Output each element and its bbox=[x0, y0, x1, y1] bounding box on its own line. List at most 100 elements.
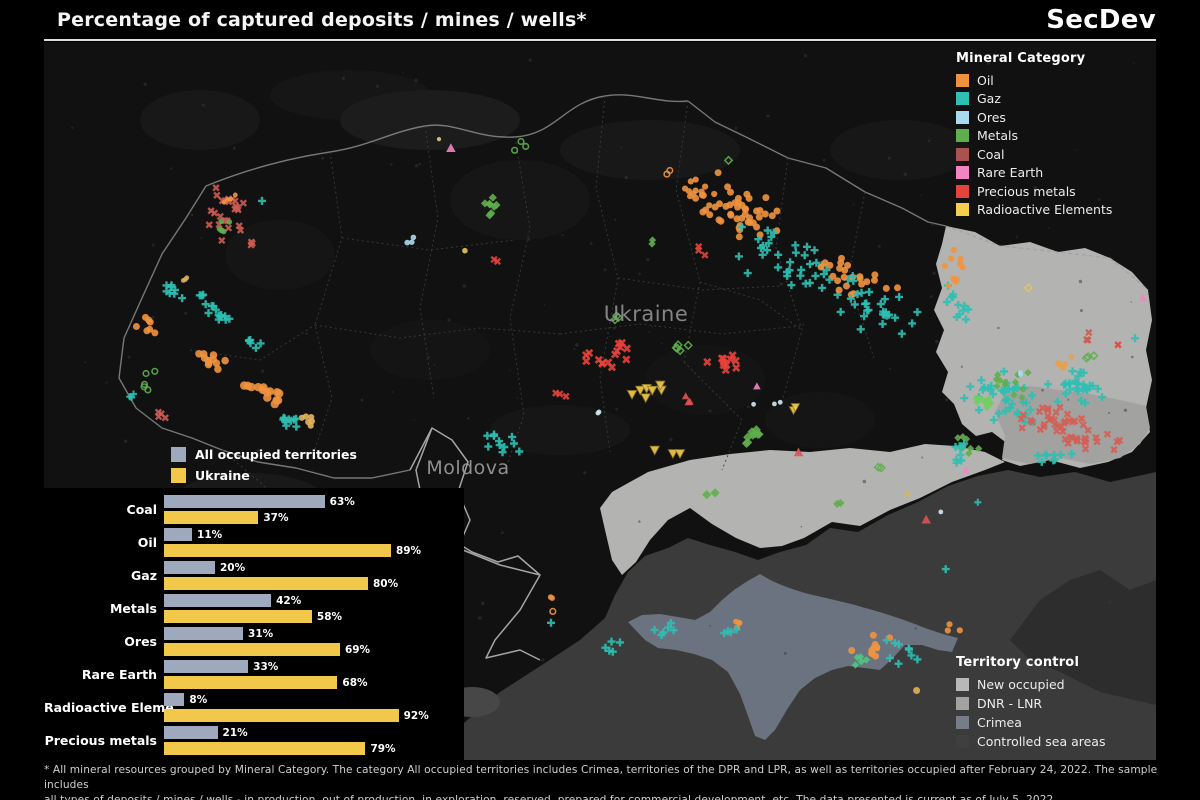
bar-all-occupied-territories[interactable]: 20% bbox=[164, 561, 398, 574]
legend-item-dnr-lnr[interactable]: DNR - LNR bbox=[956, 694, 1105, 713]
cluster-23-circle[interactable] bbox=[462, 248, 468, 254]
chart-bar-group: 33%68% bbox=[164, 660, 368, 689]
legend-swatch bbox=[171, 468, 186, 483]
bar-value-label: 11% bbox=[197, 529, 222, 541]
legend-swatch bbox=[956, 129, 969, 142]
legend-label: Rare Earth bbox=[977, 165, 1043, 180]
footnote: * All mineral resources grouped by Miner… bbox=[44, 763, 1166, 800]
legend-item-radioactive-elements[interactable]: Radioactive Elements bbox=[956, 201, 1112, 220]
chart-row-precious-metals: Precious metals 21% 79% bbox=[44, 724, 464, 757]
bar-value-label: 20% bbox=[220, 562, 245, 574]
bar-segment[interactable] bbox=[164, 511, 258, 524]
cluster-21-circle[interactable] bbox=[437, 137, 441, 141]
legend-swatch bbox=[171, 447, 186, 462]
bar-all-occupied-territories[interactable]: 63% bbox=[164, 495, 355, 508]
bar-ukraine[interactable]: 37% bbox=[164, 511, 355, 524]
legend-item-ores[interactable]: Ores bbox=[956, 108, 1112, 127]
legend-item-oil[interactable]: Oil bbox=[956, 71, 1112, 90]
footnote-line-2: all types of deposits / mines / wells - … bbox=[44, 793, 1166, 800]
bar-value-label: 21% bbox=[223, 727, 248, 739]
legend-item-crimea[interactable]: Crimea bbox=[956, 713, 1105, 732]
chart-bar-group: 20% 80% bbox=[164, 561, 398, 590]
bar-value-label: 8% bbox=[189, 694, 207, 706]
legend-label: Metals bbox=[977, 128, 1018, 143]
legend-label: Gaz bbox=[977, 91, 1001, 106]
chart-bar-group: 63% 37% bbox=[164, 495, 355, 524]
bar-ukraine[interactable]: 68% bbox=[164, 676, 368, 689]
bar-segment[interactable] bbox=[164, 577, 368, 590]
legend-item-precious-metals[interactable]: Precious metals bbox=[956, 182, 1112, 201]
secdev-logo: SecDev bbox=[1046, 5, 1156, 35]
cluster-75-circle[interactable] bbox=[905, 491, 911, 497]
bar-segment[interactable] bbox=[164, 495, 325, 508]
chart-row-coal: Coal63%37% bbox=[44, 493, 464, 526]
legend-label: Ukraine bbox=[195, 468, 250, 483]
bar-segment[interactable] bbox=[164, 726, 218, 739]
bar-all-occupied-territories[interactable]: 31% bbox=[164, 627, 370, 640]
bar-value-label: 31% bbox=[248, 628, 273, 640]
bar-ukraine[interactable]: 89% bbox=[164, 544, 421, 557]
bar-segment[interactable] bbox=[164, 643, 340, 656]
bar-ukraine[interactable]: 58% bbox=[164, 610, 342, 623]
cluster-88-circle[interactable] bbox=[913, 687, 920, 694]
legend-item-coal[interactable]: Coal bbox=[956, 145, 1112, 164]
bar-value-label: 80% bbox=[373, 578, 398, 590]
legend-item-ukraine[interactable]: Ukraine bbox=[171, 467, 464, 483]
bar-segment[interactable] bbox=[164, 660, 248, 673]
bar-segment[interactable] bbox=[164, 594, 271, 607]
bar-value-label: 79% bbox=[370, 743, 395, 755]
bar-segment[interactable] bbox=[164, 676, 337, 689]
bar-ukraine[interactable]: 80% bbox=[164, 577, 398, 590]
bar-segment[interactable] bbox=[164, 709, 399, 722]
mineral-legend-items: OilGaz Ores Metals Coal Rare Earth Precious m… bbox=[956, 71, 1112, 219]
bar-segment[interactable] bbox=[164, 528, 192, 541]
legend-label: Controlled sea areas bbox=[977, 734, 1105, 749]
bar-all-occupied-territories[interactable]: 42% bbox=[164, 594, 342, 607]
footnote-line-1: * All mineral resources grouped by Miner… bbox=[44, 763, 1166, 793]
legend-swatch bbox=[956, 697, 969, 710]
bar-all-occupied-territories[interactable]: 33% bbox=[164, 660, 368, 673]
chart-rows: Coal63%37%Oil11%89%Gaz20%80%Metals42%58%… bbox=[44, 488, 464, 764]
territory-legend-items: New occupiedDNR - LNRCrimea Controlled se… bbox=[956, 675, 1105, 751]
legend-swatch bbox=[956, 92, 969, 105]
chart-row-rare-earth: Rare Earth33%68% bbox=[44, 658, 464, 691]
bar-ukraine[interactable]: 79% bbox=[164, 742, 396, 755]
bar-all-occupied-territories[interactable]: 8% bbox=[164, 693, 429, 706]
bar-segment[interactable] bbox=[164, 544, 391, 557]
bar-segment[interactable] bbox=[164, 627, 243, 640]
legend-label: Ores bbox=[977, 110, 1006, 125]
bar-segment[interactable] bbox=[164, 693, 184, 706]
legend-swatch bbox=[956, 166, 969, 179]
bar-all-occupied-territories[interactable]: 11% bbox=[164, 528, 421, 541]
legend-item-all-occupied-territories[interactable]: All occupied territories bbox=[171, 446, 464, 462]
bar-segment[interactable] bbox=[164, 742, 365, 755]
legend-label: Coal bbox=[977, 147, 1005, 162]
bar-ukraine[interactable]: 69% bbox=[164, 643, 370, 656]
chart-bar-group: 11%89% bbox=[164, 528, 421, 557]
cluster-65-circle[interactable] bbox=[1018, 370, 1023, 376]
bar-segment[interactable] bbox=[164, 610, 312, 623]
legend-label: Precious metals bbox=[977, 184, 1076, 199]
page-title: Percentage of captured deposits / mines … bbox=[57, 9, 587, 31]
legend-item-new-occupied[interactable]: New occupied bbox=[956, 675, 1105, 694]
cluster-72-circle[interactable] bbox=[938, 510, 943, 515]
legend-item-gaz[interactable]: Gaz bbox=[956, 90, 1112, 109]
legend-item-rare-earth[interactable]: Rare Earth bbox=[956, 164, 1112, 183]
chart-row-ores: Ores 31% 69% bbox=[44, 625, 464, 658]
legend-item-controlled-sea-areas[interactable]: Controlled sea areas bbox=[956, 732, 1105, 751]
bar-ukraine[interactable]: 92% bbox=[164, 709, 429, 722]
bar-value-label: 63% bbox=[330, 496, 355, 508]
legend-label: Radioactive Elements bbox=[977, 202, 1112, 217]
bar-value-label: 58% bbox=[317, 611, 342, 623]
chart-row-radioactive-eleme: Radioactive Eleme..8%92% bbox=[44, 691, 464, 724]
chart-category-label: Oil bbox=[44, 535, 164, 550]
bar-value-label: 37% bbox=[263, 512, 288, 524]
bar-all-occupied-territories[interactable]: 21% bbox=[164, 726, 396, 739]
legend-swatch bbox=[956, 678, 969, 691]
dashboard: UkraineMoldova Percentage of captured de… bbox=[0, 0, 1200, 800]
chart-category-label: Ores bbox=[44, 634, 164, 649]
legend-item-metals[interactable]: Metals bbox=[956, 127, 1112, 146]
bar-value-label: 42% bbox=[276, 595, 301, 607]
chart-category-label: Precious metals bbox=[44, 733, 164, 748]
bar-segment[interactable] bbox=[164, 561, 215, 574]
